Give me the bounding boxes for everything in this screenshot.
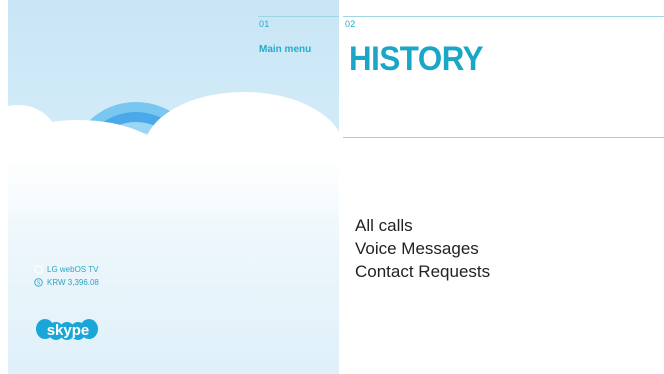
device-status: LG webOS TV	[34, 265, 98, 274]
menu-item-contact-requests[interactable]: Contact Requests	[355, 260, 490, 283]
circle-icon	[34, 265, 43, 274]
menu-item-voice-messages[interactable]: Voice Messages	[355, 237, 490, 260]
credit-status: S KRW 3,396.08	[34, 278, 99, 287]
title-divider	[343, 137, 664, 138]
tab-divider	[258, 16, 339, 17]
skype-logo: skype	[36, 319, 98, 340]
skype-logo-text: skype	[47, 322, 90, 339]
right-panel: 02 HISTORY All calls Voice Messages Cont…	[339, 0, 664, 374]
tab-number-history: 02	[345, 19, 356, 29]
skype-credit-icon: S	[34, 278, 43, 287]
header-divider	[343, 16, 664, 17]
menu-item-all-calls[interactable]: All calls	[355, 214, 490, 237]
left-panel: 01 Main menu LG webOS TV S KRW 3,396.08 …	[8, 0, 339, 374]
device-label: LG webOS TV	[47, 265, 99, 274]
history-menu: All calls Voice Messages Contact Request…	[355, 214, 490, 283]
svg-text:S: S	[37, 280, 41, 286]
page-title: HISTORY	[349, 40, 484, 78]
tab-number-main-menu: 01	[259, 19, 270, 29]
tab-main-menu[interactable]: Main menu	[259, 44, 311, 55]
credit-balance: KRW 3,396.08	[47, 278, 99, 287]
